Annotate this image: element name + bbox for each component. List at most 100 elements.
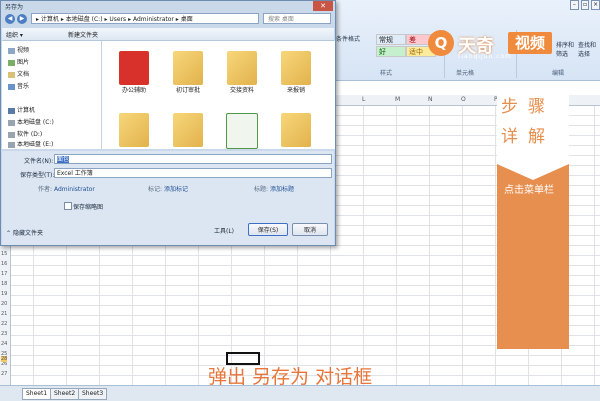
row-label[interactable]: 16 xyxy=(1,261,7,267)
row-label[interactable]: 22 xyxy=(1,321,7,327)
tags-value[interactable]: 添加标记 xyxy=(164,186,188,193)
hide-folders-button[interactable]: ⌃ 隐藏文件夹 xyxy=(6,228,43,237)
tags-label: 标记: xyxy=(148,186,163,193)
filetype-select[interactable]: Excel 工作簿 xyxy=(54,168,332,178)
organize-button[interactable]: 组织 ▾ xyxy=(6,30,23,39)
cancel-button[interactable]: 取消 xyxy=(292,223,328,236)
styles-group-label: 样式 xyxy=(380,70,393,77)
style-good[interactable]: 好 xyxy=(376,46,406,57)
folder-icon xyxy=(281,51,311,85)
file-item[interactable] xyxy=(114,113,154,147)
folder-icon xyxy=(281,113,311,147)
cond-format-button[interactable]: 条件格式 xyxy=(336,34,360,43)
file-item[interactable] xyxy=(276,113,316,147)
row-label[interactable]: 19 xyxy=(1,291,7,297)
nav-item[interactable]: 视频 xyxy=(8,47,29,55)
author-value[interactable]: Administrator xyxy=(54,186,95,193)
file-item[interactable]: 来报销 xyxy=(276,51,316,94)
search-input[interactable]: 搜索 桌面 xyxy=(263,13,331,24)
row-label[interactable]: 21 xyxy=(1,311,7,317)
computer-icon xyxy=(8,107,15,114)
banner-note: 点击菜单栏 xyxy=(504,185,554,196)
minimize-button[interactable]: – xyxy=(569,0,579,10)
file-item[interactable] xyxy=(222,113,262,149)
picture-icon xyxy=(8,59,15,66)
nav-item[interactable]: 软件 (D:) xyxy=(8,131,42,139)
tools-button[interactable]: 工具(L) xyxy=(214,226,234,235)
hide-folders-label: 隐藏文件夹 xyxy=(12,230,43,237)
video-icon xyxy=(8,47,15,54)
find-select-button[interactable]: 查找和 选择 xyxy=(578,40,596,58)
path-breadcrumb[interactable]: ▸ 计算机 ▸ 本地磁盘 (C:) ▸ Users ▸ Administrato… xyxy=(31,13,259,24)
row-label[interactable]: 24 xyxy=(1,341,7,347)
address-bar: ◀ ▶ ▸ 计算机 ▸ 本地磁盘 (C:) ▸ Users ▸ Administ… xyxy=(5,13,333,25)
style-normal[interactable]: 常规 xyxy=(376,34,406,45)
nav-item[interactable]: 图片 xyxy=(8,59,29,67)
row-label[interactable]: 23 xyxy=(1,331,7,337)
file-item[interactable] xyxy=(168,113,208,147)
column-label[interactable]: L xyxy=(362,96,365,103)
nav-item[interactable]: 文档 xyxy=(8,71,29,79)
logo-icon: Q xyxy=(428,30,454,56)
file-item[interactable]: 办公辅助 xyxy=(114,51,154,94)
thumbnail-label: 保存缩略图 xyxy=(73,204,104,211)
row-label-selected[interactable]: 28 xyxy=(1,356,8,362)
sheet-tab[interactable]: Sheet2 xyxy=(50,388,80,400)
file-name: 来报销 xyxy=(286,87,305,94)
nav-item-label: 本地磁盘 (E:) xyxy=(17,141,54,148)
save-form: 文件名(N): 面包 保存类型(T): Excel 工作簿 作者: Admini… xyxy=(2,151,334,245)
row-label[interactable]: 17 xyxy=(1,271,7,277)
sort-filter-button[interactable]: 排序和 筛选 xyxy=(556,40,574,58)
file-item[interactable]: 交接资料 xyxy=(222,51,262,94)
nav-item[interactable]: 本地磁盘 (E:) xyxy=(8,141,53,149)
chevron-up-icon: ⌃ xyxy=(6,230,12,237)
new-folder-button[interactable]: 新建文件夹 xyxy=(68,30,98,39)
row-label[interactable]: 20 xyxy=(1,301,7,307)
forward-icon[interactable]: ▶ xyxy=(17,14,27,24)
save-button[interactable]: 保存(S) xyxy=(248,223,288,236)
dialog-title: 另存为 xyxy=(5,4,24,11)
thumbnail-checkbox[interactable] xyxy=(64,202,72,210)
filename-input[interactable]: 面包 xyxy=(54,154,332,164)
brand-logo: Q 天奇 视频 tianqijun.com xyxy=(428,30,556,60)
banner-line1: 步骤 xyxy=(501,97,555,117)
nav-item-label: 文档 xyxy=(17,71,30,78)
file-name: 初订审批 xyxy=(175,87,200,94)
nav-item[interactable]: 计算机 xyxy=(8,107,35,115)
caption: 弹出 另存为 对话框 xyxy=(208,366,373,388)
sheet-tab[interactable]: Sheet1 xyxy=(22,388,52,400)
title-label: 标题: xyxy=(254,186,269,193)
file-name: 交接资料 xyxy=(229,87,254,94)
column-label[interactable]: M xyxy=(395,96,400,103)
music-icon xyxy=(8,83,15,90)
filename-value: 面包 xyxy=(57,156,70,163)
column-label[interactable]: O xyxy=(461,96,466,103)
banner-line2: 详解 xyxy=(501,127,555,147)
filetype-label: 保存类型(T): xyxy=(20,172,55,179)
file-list: 办公辅助 初订审批 交接资料 来报销 xyxy=(102,41,335,149)
nav-item-label: 软件 (D:) xyxy=(17,131,43,138)
nav-item-label: 音乐 xyxy=(17,83,30,90)
edit-group-label: 编辑 xyxy=(552,70,565,77)
title-value[interactable]: 添加标题 xyxy=(270,186,294,193)
row-label[interactable]: 18 xyxy=(1,281,7,287)
close-window-button[interactable]: × xyxy=(591,0,600,10)
column-label[interactable]: N xyxy=(428,96,433,103)
close-icon[interactable]: ✕ xyxy=(313,1,333,11)
window-controls: – ▫ × xyxy=(569,0,600,12)
row-label[interactable]: 15 xyxy=(1,251,7,257)
logo-url: tianqijun.com xyxy=(458,53,512,60)
file-item[interactable]: 初订审批 xyxy=(168,51,208,94)
banner-notch xyxy=(497,164,569,180)
folder-icon xyxy=(119,113,149,147)
nav-item[interactable]: 本地磁盘 (C:) xyxy=(8,119,54,127)
sheet-tab[interactable]: Sheet3 xyxy=(78,388,108,400)
restore-button[interactable]: ▫ xyxy=(580,0,590,10)
nav-item[interactable]: 音乐 xyxy=(8,83,29,91)
drive-icon xyxy=(8,141,15,148)
document-icon xyxy=(8,71,15,78)
drive-icon xyxy=(8,131,15,138)
back-icon[interactable]: ◀ xyxy=(5,14,15,24)
file-name: 办公辅助 xyxy=(121,87,146,94)
row-label[interactable]: 27 xyxy=(1,371,7,377)
